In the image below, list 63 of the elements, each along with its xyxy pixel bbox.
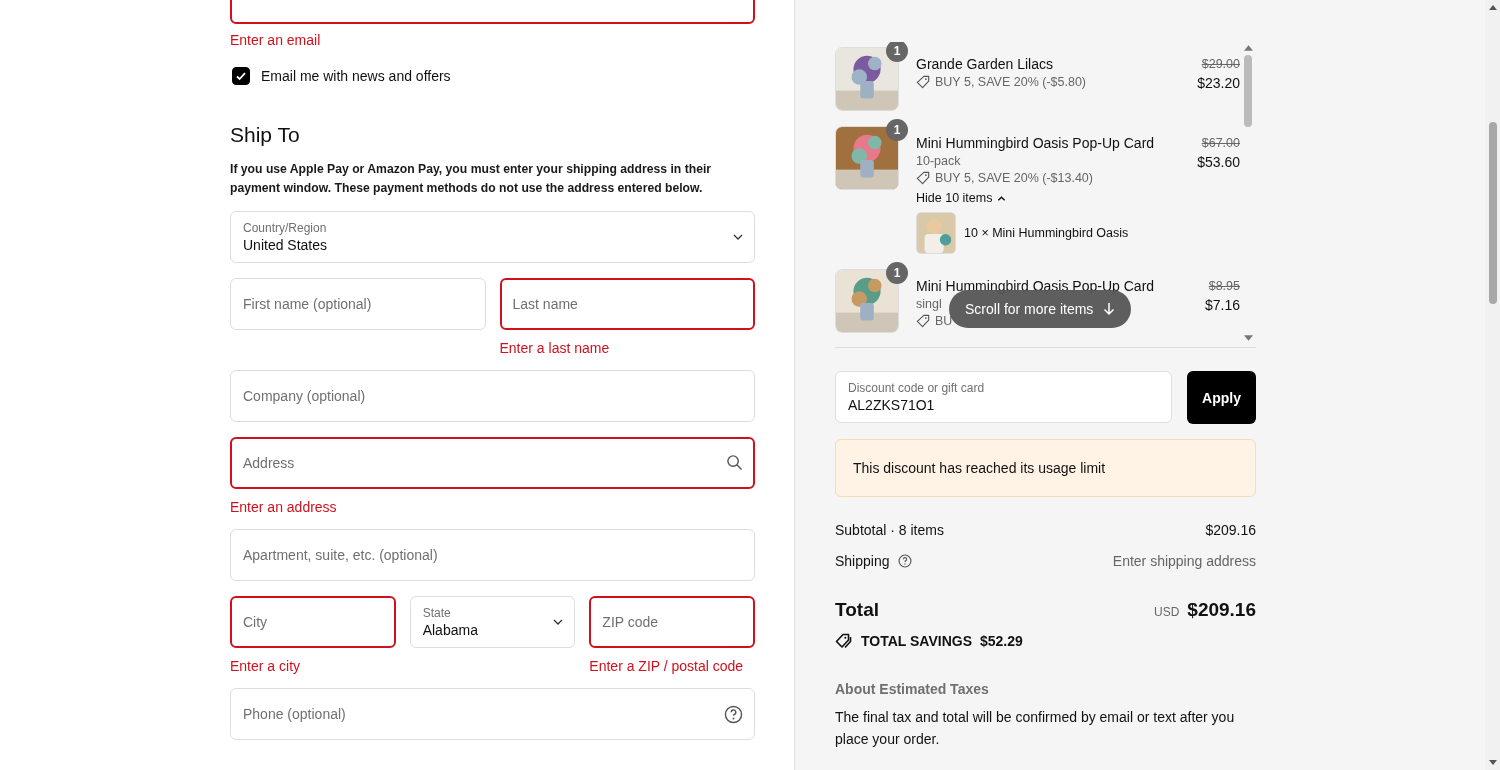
error-message: Enter a city bbox=[230, 657, 302, 674]
notice-text: If you use Apple Pay or Amazon Pay, you must enter your shipping address in their payment window. These payment methods do not use the address entered below. bbox=[230, 161, 713, 197]
search-icon[interactable] bbox=[726, 453, 743, 471]
scroll-down-icon[interactable] bbox=[1488, 760, 1497, 765]
toggle-link[interactable]: Hide 10 items bbox=[916, 191, 1007, 205]
tag-icon bbox=[916, 171, 930, 185]
product-title: Grande Garden Lilacs bbox=[916, 56, 1054, 72]
input-field[interactable]: ZIP code bbox=[589, 595, 755, 648]
original-price: $8.95 bbox=[1207, 279, 1240, 293]
alert-message: This discount has reached its usage limit bbox=[835, 439, 1256, 497]
scroll-up-icon[interactable] bbox=[1243, 45, 1253, 51]
input-field[interactable]: City bbox=[230, 595, 396, 648]
tag-icon bbox=[916, 75, 930, 89]
discount-field[interactable]: Discount code or gift card AL2ZKS71O1 bbox=[835, 371, 1172, 423]
original-price: $29.00 bbox=[1200, 57, 1240, 71]
taxes-heading: About Estimated Taxes bbox=[835, 681, 990, 697]
shipping-label: Shipping bbox=[835, 553, 890, 569]
product-variant: singl bbox=[916, 297, 942, 311]
price: $7.16 bbox=[1204, 297, 1240, 313]
subtotal-value: $209.16 bbox=[1205, 522, 1256, 538]
total-value: $209.16 bbox=[1187, 599, 1256, 621]
shipping-value: Enter shipping address bbox=[1112, 553, 1256, 569]
tag-icon bbox=[835, 633, 853, 649]
input-field[interactable]: Last name bbox=[499, 277, 755, 330]
savings-label: TOTAL SAVINGS bbox=[861, 633, 972, 649]
scrollbar[interactable] bbox=[1485, 0, 1500, 770]
input-field[interactable]: Address bbox=[230, 436, 755, 489]
error-message: Enter an email bbox=[230, 32, 322, 48]
tag-icon bbox=[916, 314, 930, 328]
select-field[interactable]: Country/Region United States bbox=[230, 210, 755, 263]
price: $53.60 bbox=[1197, 154, 1240, 170]
taxes-text: The final tax and total will be confirmed by email or text after you place your order. bbox=[835, 708, 1236, 750]
currency: USD bbox=[1153, 605, 1180, 619]
help-icon[interactable] bbox=[897, 554, 912, 568]
scrollbar-thumb[interactable] bbox=[1244, 55, 1252, 127]
help-icon[interactable] bbox=[724, 704, 743, 724]
quantity-badge: 1 bbox=[886, 42, 908, 62]
product-title: Mini Hummingbird Oasis Pop-Up Card bbox=[916, 135, 1156, 151]
scrollbar-thumb[interactable] bbox=[1488, 122, 1497, 304]
product-variant: 10-pack bbox=[916, 154, 961, 168]
scroll-down-icon[interactable] bbox=[1243, 335, 1253, 341]
chevron-up-icon bbox=[997, 193, 1007, 203]
price: $23.20 bbox=[1197, 75, 1240, 91]
arrow-down-icon bbox=[1103, 302, 1116, 316]
section-heading: Ship To bbox=[230, 122, 301, 148]
discount-text: BUY 5, SAVE 20% (-$13.40) bbox=[935, 171, 1093, 185]
scroll-up-icon[interactable] bbox=[1488, 5, 1497, 10]
quantity-badge: 1 bbox=[886, 119, 908, 141]
apply-button[interactable]: Apply bbox=[1187, 371, 1256, 424]
savings-value: $52.29 bbox=[980, 633, 1023, 649]
checkbox[interactable] bbox=[232, 67, 250, 85]
checkbox-label: Email me with news and offers bbox=[261, 68, 451, 84]
error-message: Enter an address bbox=[230, 498, 338, 515]
total-label: Total bbox=[835, 599, 879, 621]
error-message: Enter a last name bbox=[499, 339, 611, 356]
error-message: Enter a ZIP / postal code bbox=[589, 657, 745, 674]
select-field[interactable]: State Alabama bbox=[409, 595, 576, 648]
discount-text: BUY 5, SAVE 20% (-$5.80) bbox=[935, 75, 1086, 89]
subtotal-label: Subtotal · 8 items bbox=[835, 522, 944, 538]
original-price: $67.00 bbox=[1200, 136, 1240, 150]
bundle-item: 10 × Mini Hummingbird Oasis bbox=[964, 226, 1129, 240]
checkmark-icon bbox=[235, 70, 247, 82]
quantity-badge: 1 bbox=[886, 262, 908, 284]
